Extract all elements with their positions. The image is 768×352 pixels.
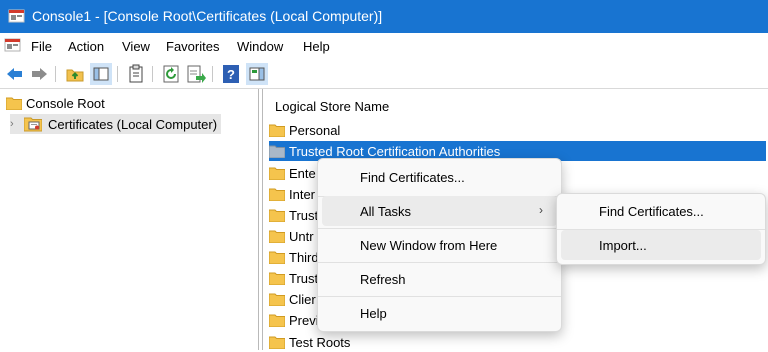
folder-icon	[269, 145, 285, 158]
list-item-label: Ente	[289, 165, 316, 181]
chevron-right-icon[interactable]: ›	[10, 118, 24, 130]
list-item[interactable]: Ente	[269, 163, 316, 183]
show-hide-tree-icon[interactable]	[90, 63, 112, 85]
menu-view[interactable]: View	[122, 39, 150, 54]
tree-item-label: Certificates (Local Computer)	[48, 116, 218, 132]
toolbar-separator	[55, 66, 56, 82]
tree-item-console-root[interactable]: Console Root	[6, 93, 105, 113]
folder-icon	[269, 272, 285, 285]
folder-icon	[269, 336, 285, 349]
list-item-label: Clier	[289, 291, 316, 307]
folder-icon	[269, 314, 285, 327]
chevron-right-icon: ›	[539, 203, 543, 217]
folder-icon	[6, 97, 22, 110]
export-list-icon[interactable]	[185, 63, 207, 85]
mmc-system-menu-icon[interactable]	[4, 37, 21, 54]
all-tasks-submenu: Find Certificates... Import...	[556, 193, 766, 265]
menu-item-label: Import...	[599, 238, 647, 253]
menu-help[interactable]: Help	[303, 39, 330, 54]
folder-icon	[269, 124, 285, 137]
console-tree-pane: Console Root › Certificates (Local Compu…	[0, 89, 259, 350]
refresh-icon[interactable]	[160, 63, 182, 85]
toolbar-separator	[152, 66, 153, 82]
show-hide-action-pane-icon[interactable]	[246, 63, 268, 85]
menu-item-label: New Window from Here	[360, 238, 498, 253]
menu-bar: File Action View Favorites Window Help	[0, 33, 768, 60]
mmc-app-icon	[8, 9, 25, 23]
folder-icon	[269, 188, 285, 201]
tree-item-label: Console Root	[26, 95, 105, 111]
list-item-label: Trust	[289, 270, 319, 286]
toolbar: ?	[0, 60, 768, 89]
list-item-label: Inter	[289, 186, 316, 202]
menu-item-label: Find Certificates...	[599, 204, 704, 219]
list-item-label: Third	[289, 249, 319, 265]
tree-item-certificates[interactable]: › Certificates (Local Computer)	[10, 114, 222, 134]
back-arrow-icon[interactable]	[4, 63, 26, 85]
forward-arrow-icon[interactable]	[28, 63, 50, 85]
list-item[interactable]: Third	[269, 247, 319, 267]
context-menu: Find Certificates... All Tasks › New Win…	[317, 158, 562, 332]
list-item[interactable]: Untr	[269, 226, 314, 246]
toolbar-separator	[212, 66, 213, 82]
menu-separator	[318, 296, 561, 297]
menu-favorites[interactable]: Favorites	[166, 39, 219, 54]
list-item-label: Trusted Root Certification Authorities	[289, 143, 501, 159]
menu-action[interactable]: Action	[68, 39, 104, 54]
menu-item-refresh[interactable]: Refresh	[322, 264, 557, 294]
list-item[interactable]: Trust	[269, 268, 318, 288]
list-item-label: Previ	[289, 312, 319, 328]
menu-separator	[318, 228, 561, 229]
list-item-label: Test Roots	[289, 334, 351, 350]
properties-icon[interactable]	[125, 63, 147, 85]
list-item[interactable]: Test Roots	[269, 332, 350, 352]
menu-item-label: Refresh	[360, 272, 406, 287]
menu-file[interactable]: File	[31, 39, 52, 54]
folder-icon	[269, 167, 285, 180]
certificates-snapin-icon	[24, 117, 42, 132]
menu-window[interactable]: Window	[237, 39, 283, 54]
folder-icon	[269, 293, 285, 306]
list-item-label: Untr	[289, 228, 314, 244]
submenu-item-find-certificates[interactable]: Find Certificates...	[561, 196, 761, 226]
svg-text:?: ?	[227, 67, 235, 82]
menu-item-new-window-from-here[interactable]: New Window from Here	[322, 230, 557, 260]
menu-item-label: All Tasks	[360, 204, 412, 219]
menu-item-all-tasks[interactable]: All Tasks ›	[322, 196, 557, 226]
folder-icon	[269, 209, 285, 222]
window-title: Console1 - [Console Root\Certificates (L…	[32, 8, 383, 24]
menu-item-label: Find Certificates...	[360, 170, 465, 185]
menu-item-label: Help	[360, 306, 387, 321]
folder-icon	[269, 230, 285, 243]
list-item-label: Trust	[289, 207, 319, 223]
list-item[interactable]: Personal	[269, 120, 340, 140]
up-folder-icon[interactable]	[64, 63, 86, 85]
menu-item-find-certificates[interactable]: Find Certificates...	[322, 162, 557, 192]
title-bar: Console1 - [Console Root\Certificates (L…	[0, 0, 768, 33]
column-header-logical-store-name[interactable]: Logical Store Name	[275, 99, 389, 114]
folder-icon	[269, 251, 285, 264]
help-icon[interactable]: ?	[220, 63, 242, 85]
toolbar-separator	[117, 66, 118, 82]
menu-separator	[318, 262, 561, 263]
list-item[interactable]: Trust	[269, 205, 318, 225]
list-item[interactable]: Clier	[269, 289, 316, 309]
list-item[interactable]: Inter	[269, 184, 315, 204]
list-item[interactable]: Previ	[269, 310, 319, 330]
list-item-label: Personal	[289, 122, 341, 138]
submenu-item-import[interactable]: Import...	[561, 230, 761, 260]
menu-item-help[interactable]: Help	[322, 298, 557, 328]
